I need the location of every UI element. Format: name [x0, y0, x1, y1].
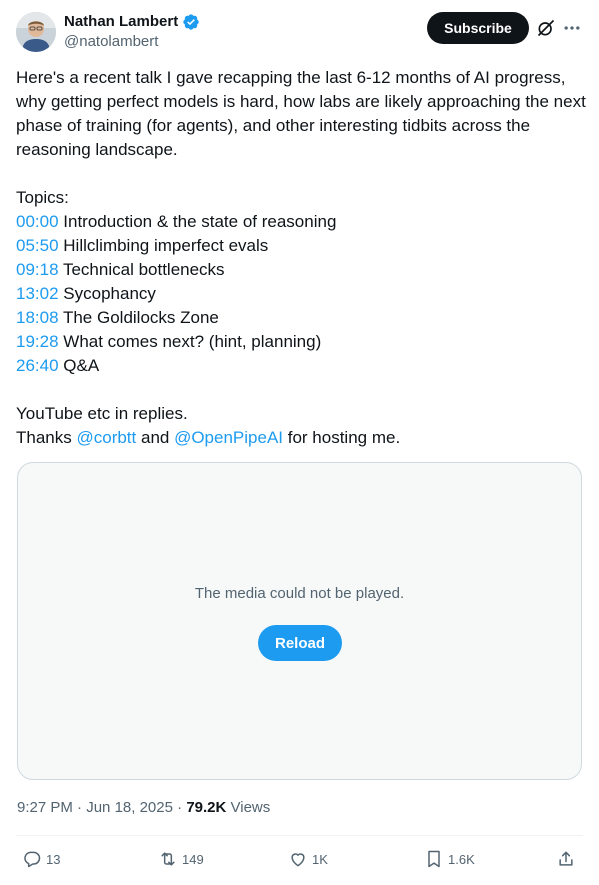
topic-item: 13:02 Sycophancy — [16, 282, 586, 306]
topic-item: 09:18 Technical bottlenecks — [16, 258, 586, 282]
repost-icon — [161, 852, 175, 866]
topic-item: 00:00 Introduction & the state of reason… — [16, 210, 586, 234]
topic-title: Hillclimbing imperfect evals — [63, 236, 269, 255]
timestamp-link[interactable]: 00:00 — [16, 212, 59, 231]
topic-title: Sycophancy — [63, 284, 156, 303]
avatar-image — [16, 12, 56, 52]
thanks-line: Thanks @corbtt and @OpenPipeAI for hosti… — [16, 426, 586, 450]
subscribe-button[interactable]: Subscribe — [427, 12, 529, 44]
like-count: 1K — [312, 851, 328, 867]
tweet: Nathan Lambert @natolambert Subscribe He… — [0, 0, 599, 885]
timestamp-link[interactable]: 13:02 — [16, 284, 59, 303]
topics-heading: Topics: — [16, 188, 69, 207]
tweet-meta: 9:27 PM · Jun 18, 2025 · 79.2K Views — [17, 798, 270, 818]
views-label: Views — [226, 799, 271, 816]
timestamp-link[interactable]: 18:08 — [16, 308, 59, 327]
tweet-text: Here's a recent talk I gave recapping th… — [16, 66, 586, 450]
thanks-prefix: Thanks — [16, 428, 77, 447]
topic-title: Technical bottlenecks — [62, 260, 225, 279]
media-player[interactable]: The media could not be played. Reload — [17, 462, 582, 780]
author-handle[interactable]: @natolambert — [64, 32, 158, 52]
grok-icon[interactable] — [536, 18, 556, 38]
timestamp-link[interactable]: 09:18 — [16, 260, 59, 279]
topic-item: 18:08 The Goldilocks Zone — [16, 306, 586, 330]
thanks-suffix: for hosting me. — [283, 428, 401, 447]
heart-icon — [291, 853, 305, 867]
author-name[interactable]: Nathan Lambert — [64, 12, 178, 32]
verified-badge-icon[interactable] — [182, 13, 200, 31]
mention-link[interactable]: @corbtt — [76, 428, 136, 447]
topic-item: 26:40 Q&A — [16, 354, 586, 378]
media-error-message: The media could not be played. — [194, 585, 405, 602]
reload-button[interactable]: Reload — [258, 625, 342, 661]
post-date[interactable]: Jun 18, 2025 — [86, 799, 173, 816]
more-icon[interactable] — [562, 18, 582, 38]
post-time[interactable]: 9:27 PM — [17, 799, 73, 816]
meta-separator: · — [72, 799, 87, 816]
topic-title: Introduction & the state of reasoning — [63, 212, 337, 231]
topic-item: 05:50 Hillclimbing imperfect evals — [16, 234, 586, 258]
timestamp-link[interactable]: 05:50 — [16, 236, 59, 255]
topic-title: Q&A — [63, 356, 100, 375]
author-name-row[interactable]: Nathan Lambert — [64, 12, 200, 32]
reply-button[interactable]: 13 — [22, 849, 60, 869]
timestamp-link[interactable]: 26:40 — [16, 356, 59, 375]
thanks-middle: and — [136, 428, 175, 447]
reply-icon — [24, 851, 41, 868]
bookmark-icon — [428, 850, 440, 868]
topic-title: What comes next? (hint, planning) — [63, 332, 322, 351]
repost-button[interactable]: 149 — [158, 849, 204, 869]
divider — [16, 835, 583, 836]
mention-link[interactable]: @OpenPipeAI — [174, 428, 283, 447]
views-count: 79.2K — [186, 799, 227, 816]
topic-item: 19:28 What comes next? (hint, planning) — [16, 330, 586, 354]
like-button[interactable]: 1K — [288, 849, 328, 869]
reply-count: 13 — [46, 851, 61, 867]
timestamp-link[interactable]: 19:28 — [16, 332, 59, 351]
replies-note: YouTube etc in replies. — [16, 404, 188, 423]
bookmark-count: 1.6K — [448, 851, 475, 867]
topic-title: The Goldilocks Zone — [62, 308, 219, 327]
repost-count: 149 — [182, 851, 204, 867]
share-icon — [559, 851, 573, 866]
tweet-intro: Here's a recent talk I gave recapping th… — [16, 68, 586, 159]
share-button[interactable] — [556, 849, 576, 869]
meta-separator: · — [172, 799, 187, 816]
avatar[interactable] — [16, 12, 56, 52]
bookmark-button[interactable]: 1.6K — [424, 849, 475, 869]
